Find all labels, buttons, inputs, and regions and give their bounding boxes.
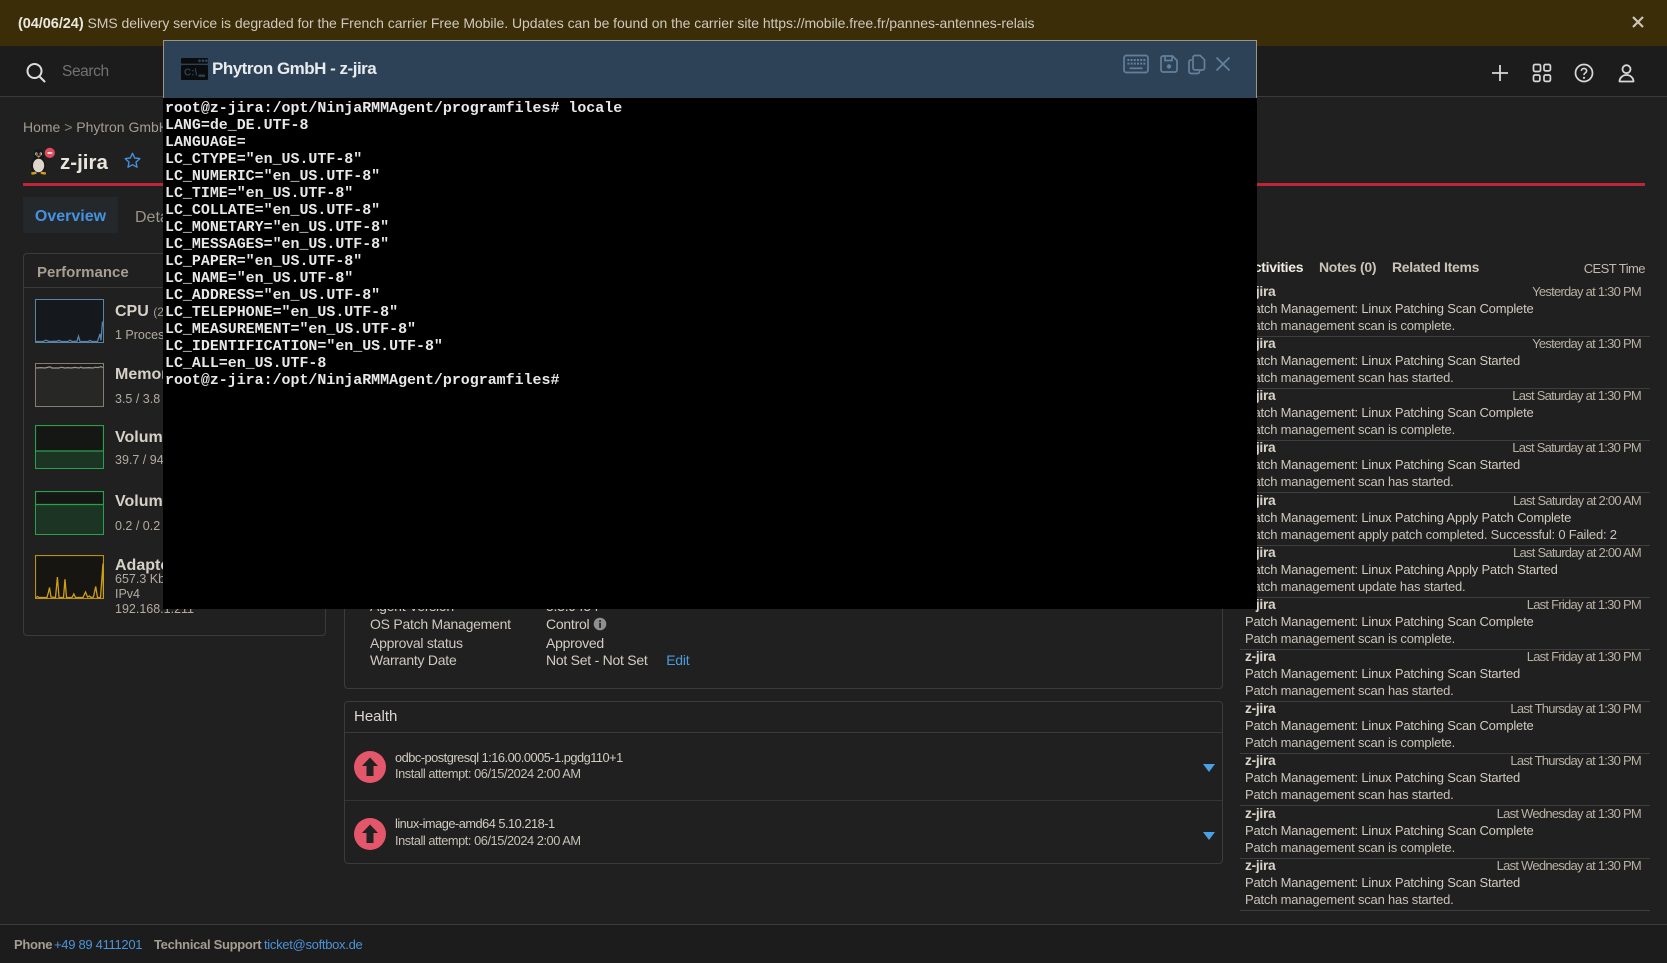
svg-text:C:\: C:\ xyxy=(184,68,198,79)
